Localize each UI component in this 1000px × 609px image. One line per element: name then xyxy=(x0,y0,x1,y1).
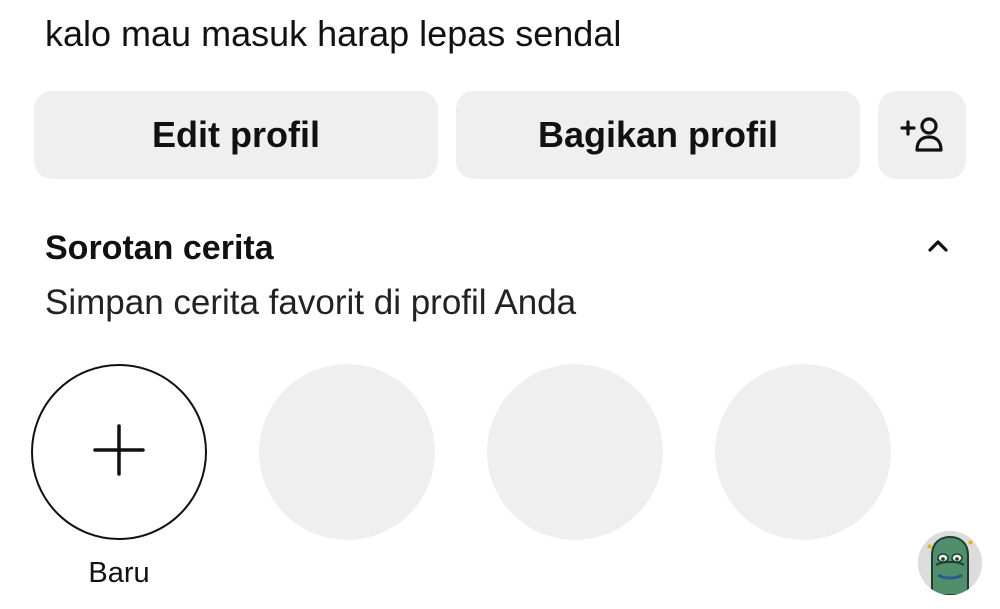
collapse-highlights-button[interactable] xyxy=(918,228,958,268)
new-highlight-label: Baru xyxy=(88,557,150,589)
avatar[interactable] xyxy=(918,531,982,595)
highlights-subtitle: Simpan cerita favorit di profil Anda xyxy=(45,283,577,322)
chevron-up-icon xyxy=(927,239,949,258)
add-person-button[interactable] xyxy=(878,91,966,179)
add-person-icon xyxy=(898,115,946,155)
highlight-placeholder xyxy=(487,364,663,540)
share-profile-button[interactable]: Bagikan profil xyxy=(456,91,860,179)
profile-bio: kalo mau masuk harap lepas sendal xyxy=(45,13,622,54)
highlight-placeholder xyxy=(715,364,891,540)
highlights-title: Sorotan cerita xyxy=(45,229,274,267)
plus-icon xyxy=(92,423,146,482)
new-highlight-button[interactable] xyxy=(31,364,207,540)
avatar-image xyxy=(918,531,982,595)
highlight-placeholder xyxy=(259,364,435,540)
edit-profile-button[interactable]: Edit profil xyxy=(34,91,438,179)
profile-page: kalo mau masuk harap lepas sendal Edit p… xyxy=(0,0,1000,609)
